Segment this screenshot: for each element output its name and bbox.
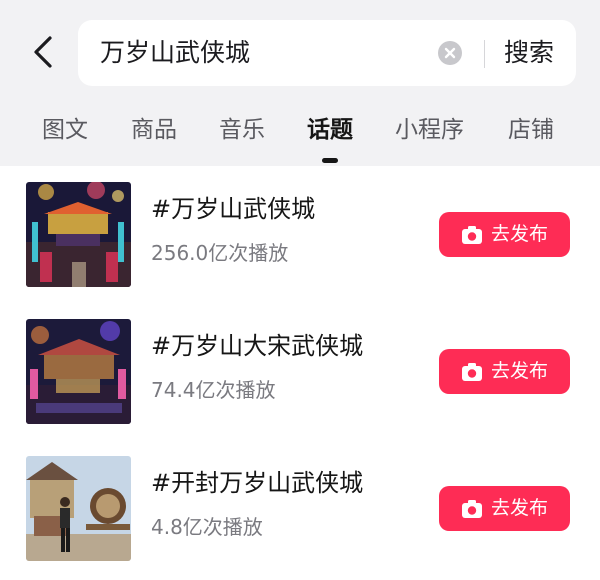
topic-thumbnail bbox=[26, 319, 131, 424]
back-arrow-icon[interactable] bbox=[26, 32, 62, 72]
topic-row[interactable]: #万岁山大宋武侠城 74.4亿次播放 去发布 bbox=[0, 319, 600, 439]
topic-row[interactable]: #开封万岁山武侠城 4.8亿次播放 去发布 bbox=[0, 456, 600, 576]
topic-title: #开封万岁山武侠城 bbox=[151, 469, 364, 497]
publish-button-label: 去发布 bbox=[491, 223, 549, 245]
search-input[interactable]: 万岁山武侠城 bbox=[100, 35, 250, 71]
search-bar[interactable]: 万岁山武侠城 搜索 bbox=[78, 20, 576, 86]
topic-title: #万岁山武侠城 bbox=[151, 195, 316, 223]
search-button[interactable]: 搜索 bbox=[504, 35, 554, 71]
tab-topics[interactable]: 话题 bbox=[307, 114, 353, 146]
publish-button[interactable]: 去发布 bbox=[439, 486, 570, 531]
topic-row[interactable]: #万岁山武侠城 256.0亿次播放 去发布 bbox=[0, 182, 600, 302]
tab-graphic[interactable]: 图文 bbox=[42, 114, 88, 146]
tab-music[interactable]: 音乐 bbox=[219, 114, 265, 146]
publish-button-label: 去发布 bbox=[491, 360, 549, 382]
topic-play-count: 4.8亿次播放 bbox=[151, 515, 263, 539]
publish-button[interactable]: 去发布 bbox=[439, 212, 570, 257]
tab-shops[interactable]: 店铺 bbox=[508, 114, 554, 146]
active-tab-indicator bbox=[322, 158, 338, 163]
topic-play-count: 74.4亿次播放 bbox=[151, 378, 276, 402]
camera-icon bbox=[462, 500, 482, 518]
publish-button-label: 去发布 bbox=[491, 497, 549, 519]
topic-thumbnail bbox=[26, 182, 131, 287]
tab-bar: 图文 商品 音乐 话题 小程序 店铺 bbox=[0, 106, 600, 163]
camera-icon bbox=[462, 363, 482, 381]
clear-icon[interactable] bbox=[438, 41, 462, 65]
search-divider bbox=[484, 40, 485, 68]
publish-button[interactable]: 去发布 bbox=[439, 349, 570, 394]
topic-play-count: 256.0亿次播放 bbox=[151, 241, 289, 265]
topic-thumbnail bbox=[26, 456, 131, 561]
tab-products[interactable]: 商品 bbox=[131, 114, 177, 146]
tab-mini-programs[interactable]: 小程序 bbox=[395, 114, 464, 146]
topic-title: #万岁山大宋武侠城 bbox=[151, 332, 364, 360]
camera-icon bbox=[462, 226, 482, 244]
header: 万岁山武侠城 搜索 图文 商品 音乐 话题 小程序 店铺 bbox=[0, 0, 600, 166]
